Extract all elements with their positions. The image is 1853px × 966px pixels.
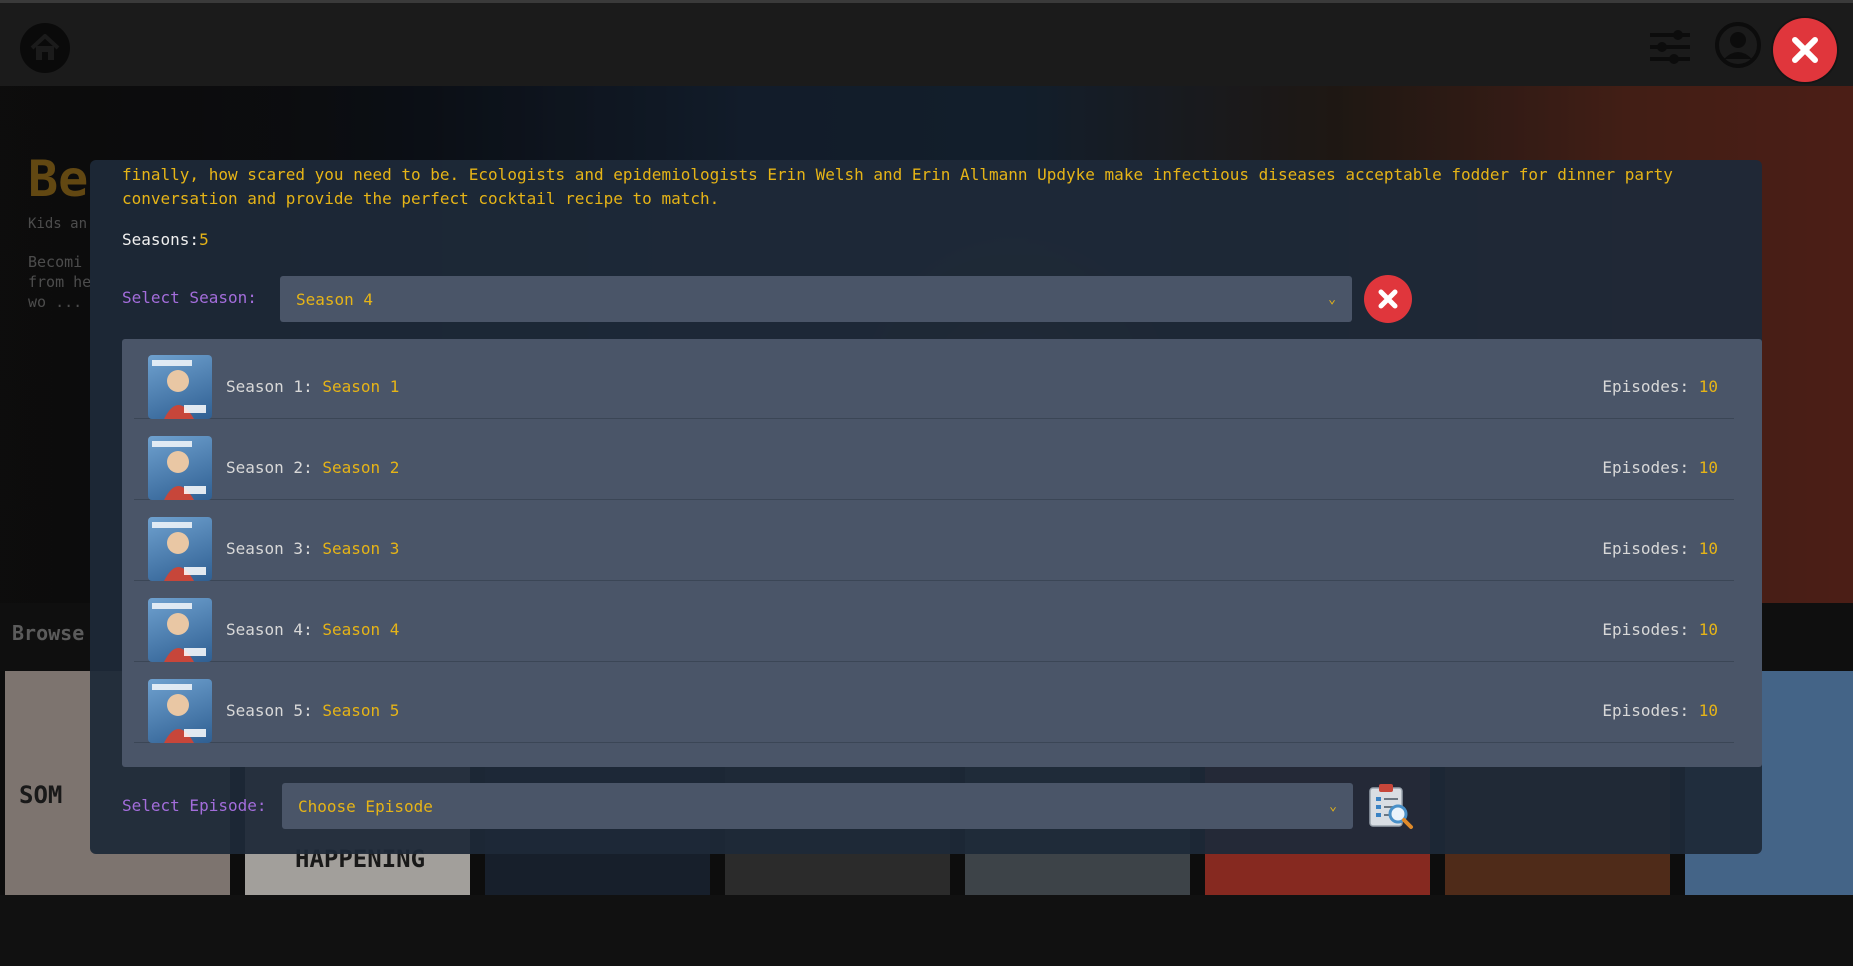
season-episodes: Episodes: 10 xyxy=(1602,377,1718,396)
season-number: Season 1: xyxy=(226,377,313,396)
episodes-count: 10 xyxy=(1698,377,1718,396)
episodes-label: Episodes: xyxy=(1602,539,1690,558)
episodes-count: 10 xyxy=(1698,539,1718,558)
season-episodes: Episodes: 10 xyxy=(1602,458,1718,477)
season-row[interactable]: Season 1: Season 1 Episodes: 10 xyxy=(134,339,1734,419)
close-icon xyxy=(1792,37,1818,63)
seasons-value: 5 xyxy=(199,230,209,249)
clear-icon xyxy=(1378,289,1398,309)
season-row[interactable]: Season 5: Season 5 Episodes: 10 xyxy=(134,663,1734,743)
season-number: Season 4: xyxy=(226,620,313,639)
clipboard-search-icon xyxy=(1369,784,1413,829)
select-season-label: Select Season: xyxy=(122,288,257,307)
episode-details-button[interactable] xyxy=(1366,782,1414,830)
episode-select[interactable]: Choose Episode ⌄ xyxy=(282,783,1353,829)
season-number: Season 3: xyxy=(226,539,313,558)
season-name: Season 4: Season 4 xyxy=(226,620,399,639)
season-title: Season 5 xyxy=(322,701,400,720)
home-button[interactable] xyxy=(20,23,70,73)
season-row[interactable]: Season 4: Season 4 Episodes: 10 xyxy=(134,582,1734,662)
season-title: Season 4 xyxy=(322,620,400,639)
episodes-count: 10 xyxy=(1698,620,1718,639)
season-row[interactable]: Season 2: Season 2 Episodes: 10 xyxy=(134,420,1734,500)
episodes-count: 10 xyxy=(1698,458,1718,477)
season-name: Season 5: Season 5 xyxy=(226,701,399,720)
season-row[interactable]: Season 3: Season 3 Episodes: 10 xyxy=(134,501,1734,581)
season-number: Season 5: xyxy=(226,701,313,720)
season-list: Season 1: Season 1 Episodes: 10 Season 2… xyxy=(122,339,1762,767)
page-footer xyxy=(0,895,1853,966)
podcast-cover-image xyxy=(148,436,212,500)
season-name: Season 2: Season 2 xyxy=(226,458,399,477)
season-episodes: Episodes: 10 xyxy=(1602,539,1718,558)
episodes-count: 10 xyxy=(1698,701,1718,720)
episodes-label: Episodes: xyxy=(1602,458,1690,477)
season-name: Season 3: Season 3 xyxy=(226,539,399,558)
seasons-modal: finally, how scared you need to be. Ecol… xyxy=(90,160,1762,854)
season-episodes: Episodes: 10 xyxy=(1602,620,1718,639)
filter-button[interactable] xyxy=(1646,23,1694,71)
select-episode-label: Select Episode: xyxy=(122,796,267,815)
sliders-icon xyxy=(1650,30,1690,64)
seasons-label: Seasons: xyxy=(122,230,200,249)
seasons-count: Seasons:5 xyxy=(122,230,209,249)
season-title: Season 1 xyxy=(322,377,400,396)
podcast-cover-image xyxy=(148,355,212,419)
season-number: Season 2: xyxy=(226,458,313,477)
episodes-label: Episodes: xyxy=(1602,620,1690,639)
season-title: Season 3 xyxy=(322,539,400,558)
episodes-label: Episodes: xyxy=(1602,701,1690,720)
home-icon xyxy=(30,34,60,60)
podcast-cover-image xyxy=(148,598,212,662)
episodes-label: Episodes: xyxy=(1602,377,1690,396)
season-name: Season 1: Season 1 xyxy=(226,377,399,396)
season-title: Season 2 xyxy=(322,458,400,477)
season-select[interactable]: Season 4 ⌄ xyxy=(280,276,1352,322)
clear-season-button[interactable] xyxy=(1364,275,1412,323)
chevron-down-icon: ⌄ xyxy=(1328,291,1336,307)
chevron-down-icon: ⌄ xyxy=(1329,798,1337,814)
season-select-value: Season 4 xyxy=(296,289,374,309)
user-icon xyxy=(1715,22,1761,68)
user-button[interactable] xyxy=(1714,21,1762,69)
podcast-cover-image xyxy=(148,517,212,581)
show-description: finally, how scared you need to be. Ecol… xyxy=(122,165,1673,208)
podcast-cover-image xyxy=(148,679,212,743)
top-bar xyxy=(0,0,1853,86)
episode-select-value: Choose Episode xyxy=(298,796,433,816)
season-episodes: Episodes: 10 xyxy=(1602,701,1718,720)
close-modal-button[interactable] xyxy=(1773,18,1837,82)
